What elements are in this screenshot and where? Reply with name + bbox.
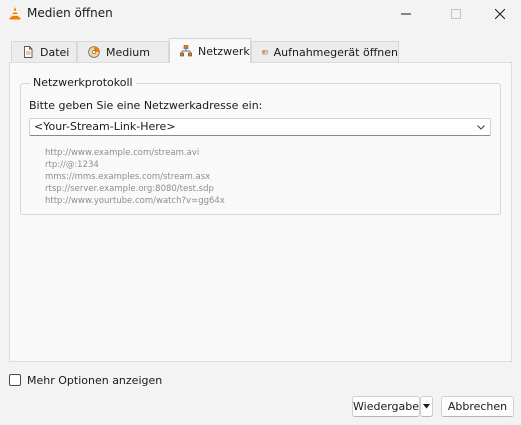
network-icon: [180, 45, 192, 57]
vlc-cone-icon: [9, 7, 21, 20]
tab-network-label: Netzwerk: [198, 44, 250, 58]
url-example: rtsp://server.example.org:8080/test.sdp: [45, 184, 214, 194]
open-media-dialog: Medien öffnen Datei Medium Netzwerk Aufn…: [0, 0, 521, 425]
network-url-value[interactable]: <Your-Stream-Link-Here>: [34, 120, 176, 133]
group-title: Netzwerkprotokoll: [30, 76, 136, 89]
more-options-checkbox[interactable]: [9, 374, 21, 386]
disc-icon: [88, 46, 100, 58]
window-title: Medien öffnen: [27, 6, 113, 20]
network-address-prompt: Bitte geben Sie eine Netzwerkadresse ein…: [29, 99, 263, 112]
minimize-button[interactable]: [383, 0, 429, 27]
url-example: http://www.yourtube.com/watch?v=gg64x: [45, 196, 225, 206]
network-url-combobox[interactable]: <Your-Stream-Link-Here>: [29, 118, 491, 136]
url-examples: http://www.example.com/stream.avi rtp://…: [45, 147, 225, 207]
url-example: http://www.example.com/stream.avi: [45, 148, 200, 158]
tab-network[interactable]: Netzwerk: [169, 38, 251, 63]
title-bar: Medien öffnen: [0, 0, 521, 27]
close-icon: [495, 8, 505, 19]
network-tab-panel: Netzwerkprotokoll Bitte geben Sie eine N…: [9, 62, 512, 362]
url-example: mms://mms.examples.com/stream.asx: [45, 172, 211, 182]
play-dropdown-button[interactable]: [420, 396, 433, 417]
play-button[interactable]: Wiedergabe: [352, 396, 420, 417]
network-protocol-group: Netzwerkprotokoll Bitte geben Sie eine N…: [20, 76, 501, 215]
capture-device-icon: [262, 50, 268, 55]
cancel-button[interactable]: Abbrechen: [441, 396, 514, 417]
minimize-icon: [401, 13, 411, 14]
tab-file-label: Datei: [40, 45, 70, 59]
more-options-toggle[interactable]: Mehr Optionen anzeigen: [9, 373, 162, 387]
tab-capture-device-label: Aufnahmegerät öffnen: [273, 45, 398, 59]
maximize-button[interactable]: [433, 0, 479, 27]
close-button[interactable]: [477, 0, 521, 27]
tab-disc-label: Medium: [106, 45, 150, 59]
tab-capture-device[interactable]: Aufnahmegerät öffnen: [251, 41, 399, 62]
tab-file[interactable]: Datei: [11, 41, 77, 62]
chevron-down-icon[interactable]: [476, 122, 486, 132]
maximize-icon: [451, 8, 461, 19]
file-icon: [24, 46, 33, 58]
tab-disc[interactable]: Medium: [77, 41, 169, 62]
more-options-label[interactable]: Mehr Optionen anzeigen: [27, 374, 162, 387]
caret-down-icon: [423, 404, 430, 409]
url-example: rtp://@:1234: [45, 160, 99, 170]
